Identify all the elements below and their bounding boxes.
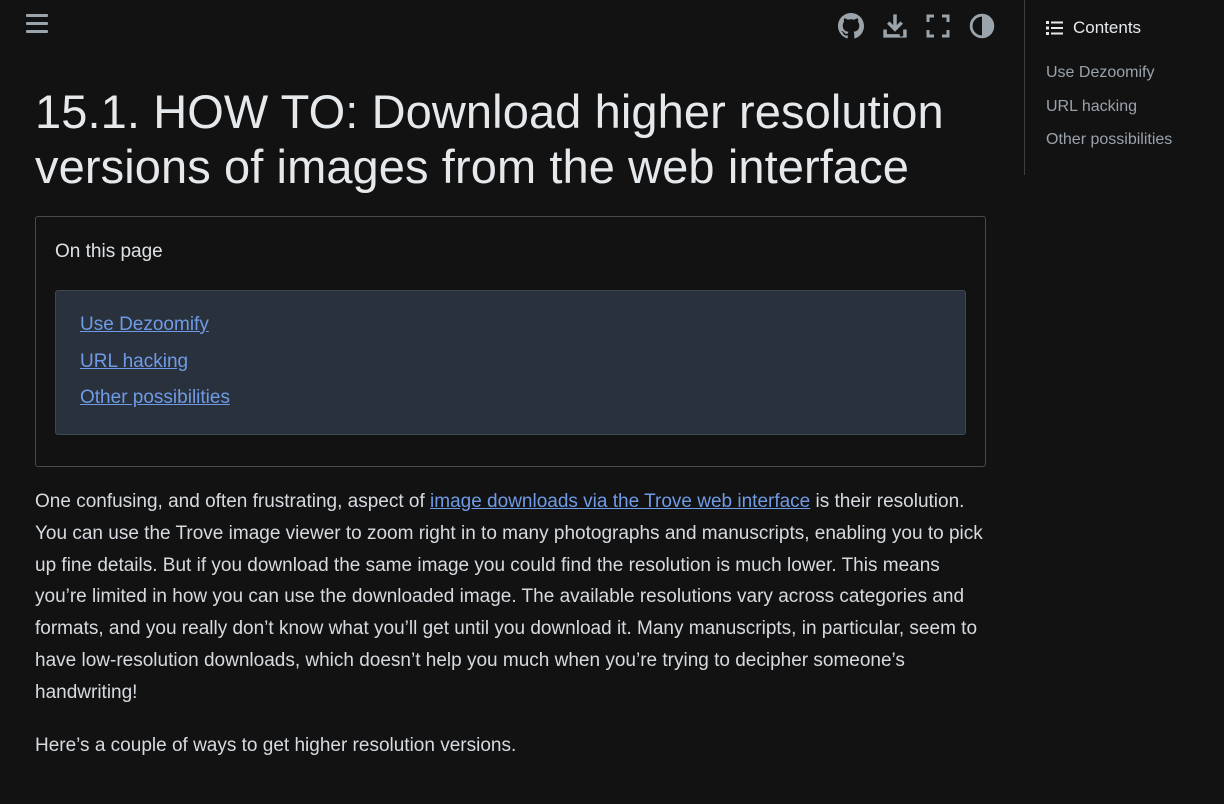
github-icon[interactable] [836,10,866,42]
intro-text-after-link: is their resolution. You can use the Tro… [35,491,983,703]
image-downloads-link[interactable]: image downloads via the Trove web interf… [430,491,810,512]
toc-link-url-hacking[interactable]: URL hacking [1046,94,1172,119]
menu-icon[interactable] [26,12,48,36]
page-title-line-2: versions of images from the web interfac… [35,140,909,193]
on-this-page-link-other-possibilities[interactable]: Other possibilities [80,385,230,411]
toc-link-other-possibilities[interactable]: Other possibilities [1046,127,1172,152]
contents-header: Contents [1046,17,1141,39]
fullscreen-icon[interactable] [923,10,953,42]
contents-sidebar: Contents Use Dezoomify URL hacking Other… [1024,0,1224,175]
intro-paragraph: One confusing, and often frustrating, as… [35,486,986,709]
header-toolbar [836,10,1000,44]
contents-list: Use Dezoomify URL hacking Other possibil… [1046,60,1172,161]
on-this-page-title: On this page [55,241,163,262]
download-icon[interactable] [880,10,910,42]
list-icon [1046,21,1063,35]
page-title-line-1: 15.1. HOW TO: Download higher resolution [35,85,944,138]
ways-paragraph: Here’s a couple of ways to get higher re… [35,735,517,756]
page: Contents Use Dezoomify URL hacking Other… [0,0,1224,804]
on-this-page-links-box: Use Dezoomify URL hacking Other possibil… [55,290,966,435]
contents-title: Contents [1073,18,1142,37]
on-this-page-link-url-hacking[interactable]: URL hacking [80,349,230,375]
intro-text-before-link: One confusing, and often frustrating, as… [35,491,431,512]
on-this-page-panel: On this page Use Dezoomify URL hacking O… [35,216,986,467]
toc-link-use-dezoomify[interactable]: Use Dezoomify [1046,60,1172,85]
on-this-page-link-use-dezoomify[interactable]: Use Dezoomify [80,312,230,338]
theme-toggle-icon[interactable] [967,10,997,42]
page-title: 15.1. HOW TO: Download higher resolution… [35,84,995,194]
